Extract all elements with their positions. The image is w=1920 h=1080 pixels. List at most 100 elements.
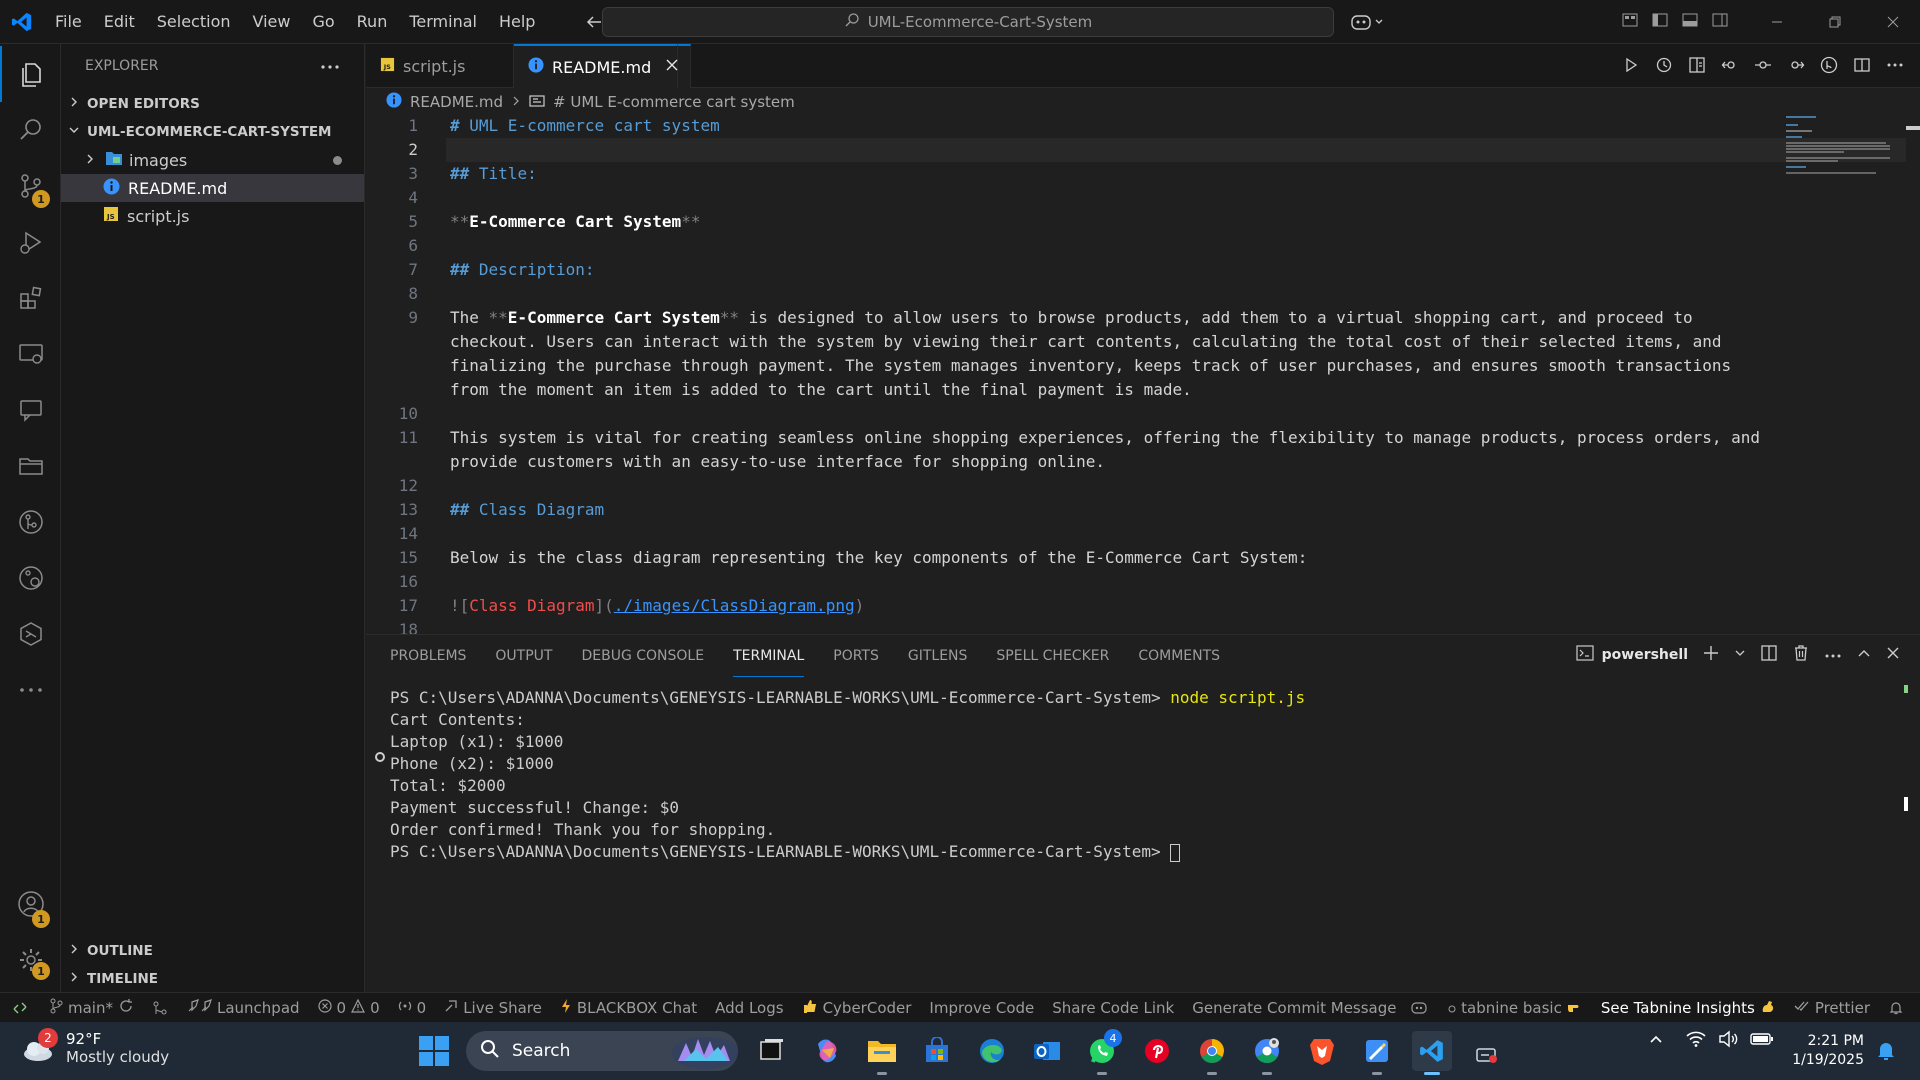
command-center-search[interactable]: UML-Ecommerce-Cart-System [602,7,1334,37]
split-editor-icon[interactable] [1851,54,1873,76]
outline-section[interactable]: OUTLINE [61,937,365,965]
prettier-status[interactable]: Prettier [1785,999,1879,1017]
run-icon[interactable] [1620,54,1642,76]
terminal-output[interactable]: PS C:\Users\ADANNA\Documents\GENEYSIS-LE… [390,687,1305,863]
system-clock[interactable]: 2:21 PM 1/19/2025 [1790,1032,1864,1070]
breadcrumb-file[interactable]: README.md [410,93,503,111]
tab-gitlens[interactable]: GITLENS [908,635,968,677]
close-tab-icon[interactable] [665,58,679,76]
edge-browser-icon[interactable] [972,1031,1012,1071]
wifi-icon[interactable] [1686,1030,1706,1052]
more-actions-icon[interactable] [320,58,340,74]
new-terminal-icon[interactable] [1702,644,1720,666]
toggle-secondary-sidebar-icon[interactable] [1710,10,1730,34]
menu-run[interactable]: Run [346,12,399,31]
menu-edit[interactable]: Edit [93,12,146,31]
copilot-status-icon[interactable] [1401,1000,1439,1016]
open-preview-icon[interactable] [1686,54,1708,76]
gitlens-icon[interactable] [0,494,61,550]
terminal-shell-selector[interactable]: powershell [1576,644,1688,666]
tab-script-js[interactable]: JS script.js [366,44,514,88]
folder-section[interactable]: UML-ECOMMERCE-CART-SYSTEM [61,118,364,146]
gitlens-inspect-icon[interactable] [0,550,61,606]
brave-browser-icon[interactable] [1302,1031,1342,1071]
liveshare-status[interactable]: Live Share [435,999,551,1017]
tabnine-status[interactable]: tabnine basic [1439,999,1592,1017]
task-view-icon[interactable] [752,1031,792,1071]
gitlens-actions-icon[interactable] [1818,54,1840,76]
split-terminal-icon[interactable] [1760,644,1778,666]
windows-start-icon[interactable] [418,1035,450,1071]
minimap[interactable] [1786,116,1896,176]
remote-explorer-icon[interactable] [0,326,61,382]
tab-debug-console[interactable]: DEBUG CONSOLE [581,635,704,677]
battery-icon[interactable] [1750,1031,1774,1051]
terminal-scrollbar[interactable] [1904,797,1908,811]
maximize-panel-chevron-up-icon[interactable] [1856,645,1872,665]
commit-icon[interactable] [1752,54,1774,76]
source-control-icon[interactable]: 1 [0,158,61,214]
add-logs-button[interactable]: Add Logs [706,999,792,1017]
tab-terminal[interactable]: TERMINAL [733,635,805,677]
close-window-icon[interactable] [1864,0,1920,44]
chrome-profile-icon[interactable] [1247,1031,1287,1075]
chevron-up-icon[interactable] [1648,1031,1664,1051]
folder-icon[interactable] [0,438,61,494]
snipping-tool-icon[interactable] [1467,1031,1507,1071]
open-editors-section[interactable]: OPEN EDITORS [61,90,364,118]
problems-status[interactable]: 0 0 [309,998,389,1017]
file-explorer-icon[interactable] [862,1031,902,1075]
more-views-icon[interactable] [0,662,61,718]
more-actions-icon[interactable] [1824,647,1842,663]
more-actions-icon[interactable] [1884,54,1906,76]
microsoft-store-icon[interactable] [917,1031,957,1071]
menu-terminal[interactable]: Terminal [398,12,488,31]
restore-icon[interactable] [1806,0,1864,44]
toggle-panel-icon[interactable] [1680,10,1700,34]
tab-spell-checker[interactable]: SPELL CHECKER [996,635,1109,677]
tree-item-script[interactable]: JS script.js [61,202,364,230]
explorer-icon[interactable] [0,46,61,102]
chat-icon[interactable] [0,382,61,438]
tree-item-readme[interactable]: README.md [61,174,364,202]
tab-problems[interactable]: PROBLEMS [390,635,466,677]
close-panel-icon[interactable] [1886,646,1900,664]
tabnine-insights-button[interactable]: See Tabnine Insights [1592,998,1785,1018]
weather-widget[interactable]: 2 92°F Mostly cloudy [20,1028,169,1066]
editor-scrollbar[interactable] [1906,116,1920,634]
branch-status[interactable]: main* [40,998,143,1018]
taskbar-search-box[interactable]: Search [466,1031,738,1071]
chrome-icon[interactable] [1192,1031,1232,1075]
menu-selection[interactable]: Selection [146,12,242,31]
history-icon[interactable] [1653,54,1675,76]
tab-output[interactable]: OUTPUT [495,635,552,677]
image-link[interactable]: ./images/ClassDiagram.png [614,596,855,615]
manage-gear-icon[interactable]: 1 [0,932,61,988]
toggle-primary-sidebar-icon[interactable] [1650,10,1670,34]
menu-file[interactable]: File [44,12,93,31]
run-debug-icon[interactable] [0,214,61,270]
menu-go[interactable]: Go [301,12,345,31]
generate-commit-button[interactable]: Generate Commit Message [1183,999,1405,1017]
customize-layout-icon[interactable] [1620,10,1640,34]
previous-change-icon[interactable] [1719,54,1741,76]
minimize-icon[interactable] [1748,0,1806,44]
blackbox-status[interactable]: BLACKBOX Chat [551,998,706,1018]
tab-comments[interactable]: COMMENTS [1138,635,1220,677]
copilot-icon[interactable] [1350,10,1390,34]
outlook-icon[interactable] [1027,1031,1067,1071]
containers-icon[interactable] [0,606,61,662]
ports-status[interactable]: 0 [389,999,436,1017]
menu-help[interactable]: Help [488,12,546,31]
extensions-icon[interactable] [0,270,61,326]
tab-ports[interactable]: PORTS [833,635,879,677]
improve-code-button[interactable]: Improve Code [920,999,1043,1017]
accounts-icon[interactable]: 1 [0,876,61,932]
cybercoder-status[interactable]: CyberCoder [793,998,921,1018]
command-decoration-icon[interactable] [375,752,385,762]
notifications-bell-icon[interactable] [1879,1000,1920,1016]
graph-icon[interactable] [143,1000,177,1016]
remote-indicator-icon[interactable] [0,993,40,1023]
whatsapp-icon[interactable]: 4 [1082,1029,1122,1075]
search-view-icon[interactable] [0,102,61,158]
